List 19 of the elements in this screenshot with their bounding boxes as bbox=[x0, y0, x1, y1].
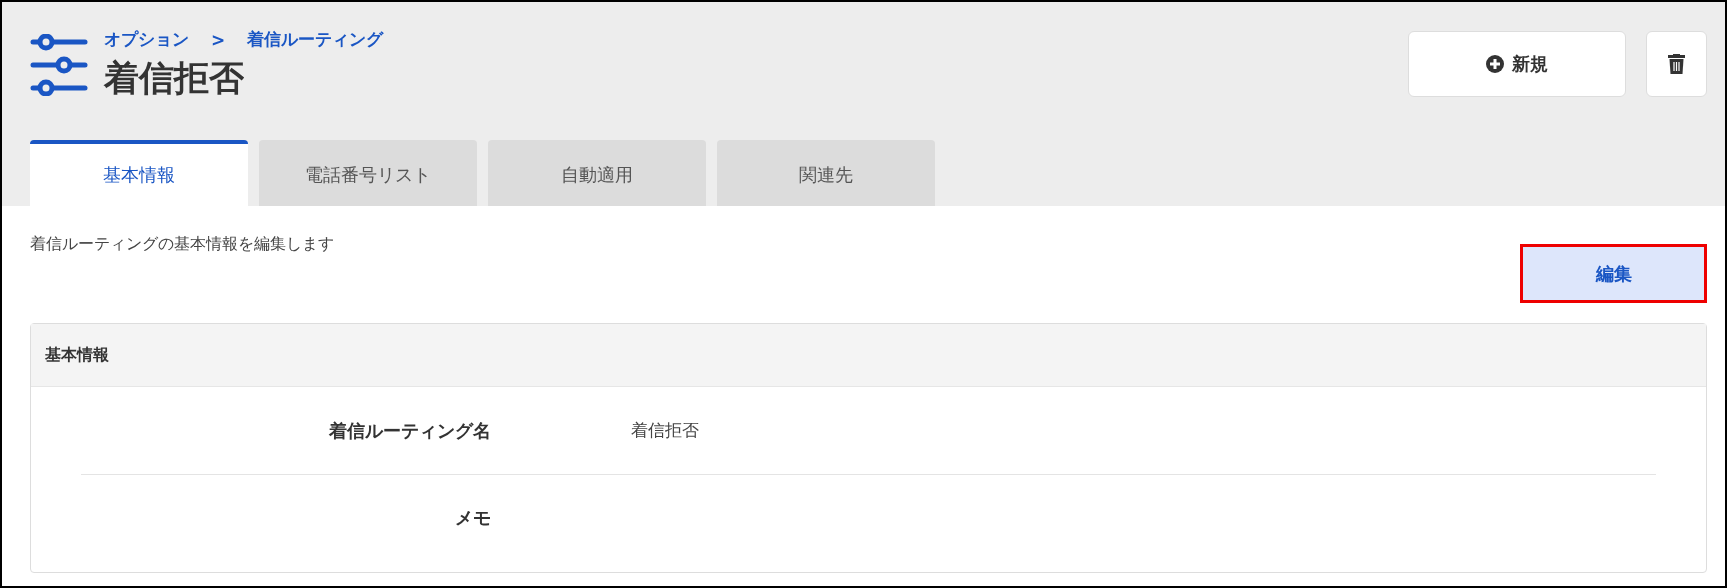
trash-icon bbox=[1668, 54, 1685, 74]
sliders-icon bbox=[30, 34, 88, 96]
page-title: 着信拒否 bbox=[104, 57, 245, 100]
tab[interactable]: 電話番号リスト bbox=[259, 140, 477, 206]
card-title: 基本情報 bbox=[45, 344, 109, 366]
field-label: メモ bbox=[455, 505, 491, 530]
description-text: 着信ルーティングの基本情報を編集します bbox=[30, 234, 334, 255]
new-button[interactable]: 新規 bbox=[1408, 31, 1626, 97]
breadcrumb-link[interactable]: 着信ルーティング bbox=[247, 28, 384, 51]
tab[interactable]: 関連先 bbox=[717, 140, 935, 206]
delete-button[interactable] bbox=[1646, 31, 1707, 97]
tab[interactable]: 自動適用 bbox=[488, 140, 706, 206]
breadcrumb-separator: > bbox=[211, 29, 226, 50]
breadcrumb-link[interactable]: オプション bbox=[104, 28, 189, 51]
field-label: 着信ルーティング名 bbox=[329, 418, 491, 443]
edit-button[interactable]: 編集 bbox=[1520, 244, 1707, 303]
plus-circle-icon bbox=[1486, 55, 1504, 73]
field-value: 着信拒否 bbox=[631, 419, 699, 442]
tab[interactable]: 基本情報 bbox=[30, 140, 248, 206]
